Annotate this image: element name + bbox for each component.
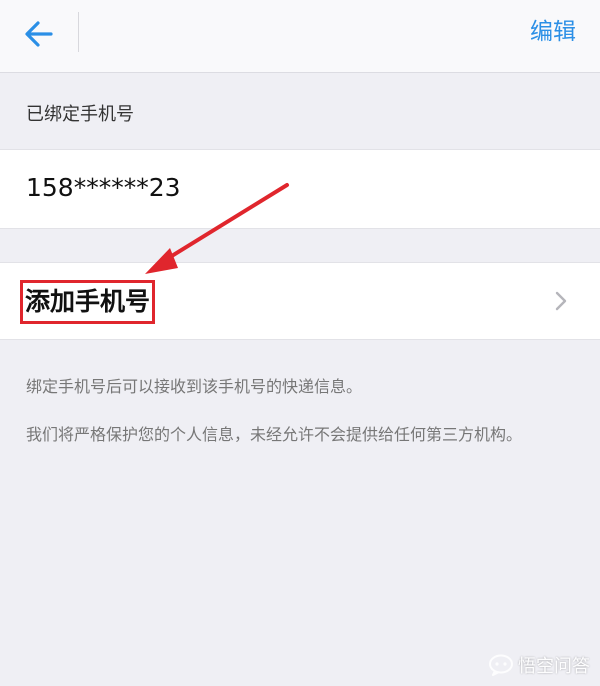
bound-phone-section-title: 已绑定手机号 <box>26 104 134 125</box>
info-note-privacy: 我们将严格保护您的个人信息，未经允许不会提供给任何第三方机构。 <box>26 425 523 444</box>
edit-button[interactable]: 编辑 <box>530 14 576 50</box>
chat-bubble-icon <box>489 654 513 676</box>
add-phone-row[interactable]: 添加手机号 <box>0 262 600 340</box>
back-button[interactable] <box>14 12 64 56</box>
info-note-receive: 绑定手机号后可以接收到该手机号的快递信息。 <box>26 377 363 396</box>
bound-phone-number: 158******23 <box>26 173 181 202</box>
highlight-box: 添加手机号 <box>20 280 156 324</box>
top-navigation-bar: 编辑 <box>0 0 600 73</box>
bound-phone-row: 158******23 <box>0 149 600 229</box>
arrow-left-icon <box>25 21 53 47</box>
header-divider <box>78 12 79 52</box>
add-phone-label: 添加手机号 <box>25 287 151 316</box>
chevron-right-icon <box>555 291 567 311</box>
watermark-text: 悟空问答 <box>518 656 590 677</box>
watermark: 悟空问答 <box>488 652 590 678</box>
